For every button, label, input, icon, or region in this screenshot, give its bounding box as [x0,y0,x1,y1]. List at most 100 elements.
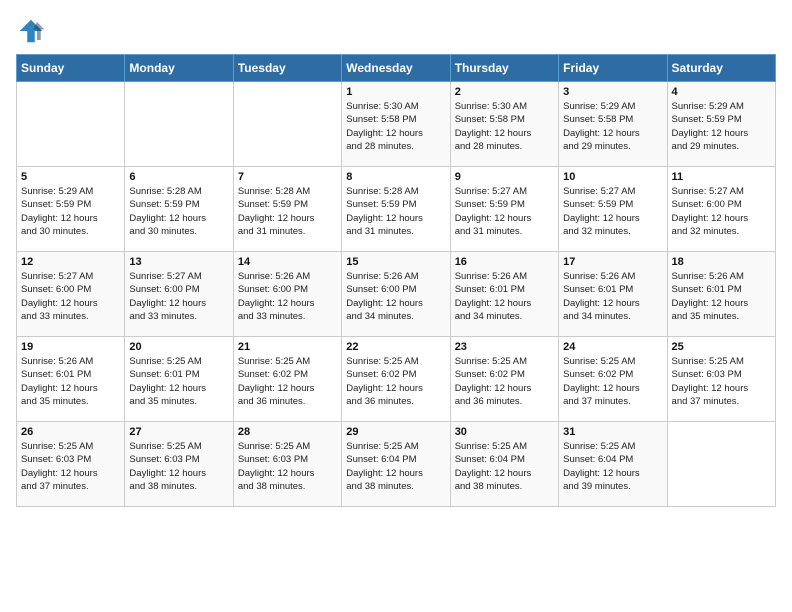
calendar-table: SundayMondayTuesdayWednesdayThursdayFrid… [16,54,776,507]
calendar-cell: 6 Sunrise: 5:28 AM Sunset: 5:59 PM Daylig… [125,167,233,252]
day-info: Sunrise: 5:27 AM Sunset: 6:00 PM Dayligh… [129,270,228,323]
day-info: Sunrise: 5:28 AM Sunset: 5:59 PM Dayligh… [129,185,228,238]
day-number: 11 [672,171,771,183]
day-number: 7 [238,171,337,183]
day-info: Sunrise: 5:25 AM Sunset: 6:03 PM Dayligh… [238,440,337,493]
calendar-cell: 27 Sunrise: 5:25 AM Sunset: 6:03 PM Dayli… [125,422,233,507]
day-info: Sunrise: 5:27 AM Sunset: 5:59 PM Dayligh… [455,185,554,238]
day-info: Sunrise: 5:25 AM Sunset: 6:02 PM Dayligh… [563,355,662,408]
day-number: 22 [346,341,445,353]
day-info: Sunrise: 5:29 AM Sunset: 5:58 PM Dayligh… [563,100,662,153]
day-info: Sunrise: 5:27 AM Sunset: 6:00 PM Dayligh… [21,270,120,323]
calendar-week-row: 1 Sunrise: 5:30 AM Sunset: 5:58 PM Daylig… [17,82,776,167]
calendar-cell: 30 Sunrise: 5:25 AM Sunset: 6:04 PM Dayli… [450,422,558,507]
day-number: 18 [672,256,771,268]
calendar-cell: 19 Sunrise: 5:26 AM Sunset: 6:01 PM Dayli… [17,337,125,422]
calendar-cell: 11 Sunrise: 5:27 AM Sunset: 6:00 PM Dayli… [667,167,775,252]
calendar-cell: 23 Sunrise: 5:25 AM Sunset: 6:02 PM Dayli… [450,337,558,422]
calendar-cell: 26 Sunrise: 5:25 AM Sunset: 6:03 PM Dayli… [17,422,125,507]
day-number: 8 [346,171,445,183]
day-number: 23 [455,341,554,353]
day-info: Sunrise: 5:29 AM Sunset: 5:59 PM Dayligh… [672,100,771,153]
day-info: Sunrise: 5:26 AM Sunset: 6:00 PM Dayligh… [238,270,337,323]
day-number: 14 [238,256,337,268]
day-number: 20 [129,341,228,353]
calendar-cell: 24 Sunrise: 5:25 AM Sunset: 6:02 PM Dayli… [559,337,667,422]
calendar-cell: 21Sunrise: 5:25 AM Sunset: 6:02 PM Dayli… [233,337,341,422]
calendar-cell: 22 Sunrise: 5:25 AM Sunset: 6:02 PM Dayli… [342,337,450,422]
day-number: 26 [21,426,120,438]
column-header-thursday: Thursday [450,55,558,82]
page-header [16,16,776,46]
column-header-wednesday: Wednesday [342,55,450,82]
day-info: Sunrise: 5:25 AM Sunset: 6:02 PM Dayligh… [346,355,445,408]
day-info: Sunrise: 5:26 AM Sunset: 6:01 PM Dayligh… [563,270,662,323]
calendar-cell: 31 Sunrise: 5:25 AM Sunset: 6:04 PM Dayli… [559,422,667,507]
calendar-cell: 14 Sunrise: 5:26 AM Sunset: 6:00 PM Dayli… [233,252,341,337]
calendar-cell: 12 Sunrise: 5:27 AM Sunset: 6:00 PM Dayli… [17,252,125,337]
day-number: 6 [129,171,228,183]
calendar-cell: 1 Sunrise: 5:30 AM Sunset: 5:58 PM Daylig… [342,82,450,167]
day-number: 15 [346,256,445,268]
calendar-cell: 15Sunrise: 5:26 AM Sunset: 6:00 PM Dayli… [342,252,450,337]
calendar-cell: 29 Sunrise: 5:25 AM Sunset: 6:04 PM Dayli… [342,422,450,507]
day-number: 30 [455,426,554,438]
day-number: 25 [672,341,771,353]
calendar-header-row: SundayMondayTuesdayWednesdayThursdayFrid… [17,55,776,82]
calendar-week-row: 12 Sunrise: 5:27 AM Sunset: 6:00 PM Dayli… [17,252,776,337]
calendar-cell: 20Sunrise: 5:25 AM Sunset: 6:01 PM Dayli… [125,337,233,422]
day-info: Sunrise: 5:30 AM Sunset: 5:58 PM Dayligh… [455,100,554,153]
calendar-cell: 17Sunrise: 5:26 AM Sunset: 6:01 PM Dayli… [559,252,667,337]
day-info: Sunrise: 5:28 AM Sunset: 5:59 PM Dayligh… [346,185,445,238]
day-number: 31 [563,426,662,438]
day-number: 3 [563,86,662,98]
day-number: 19 [21,341,120,353]
day-info: Sunrise: 5:25 AM Sunset: 6:04 PM Dayligh… [455,440,554,493]
day-info: Sunrise: 5:27 AM Sunset: 5:59 PM Dayligh… [563,185,662,238]
column-header-monday: Monday [125,55,233,82]
column-header-friday: Friday [559,55,667,82]
day-number: 4 [672,86,771,98]
calendar-cell: 18 Sunrise: 5:26 AM Sunset: 6:01 PM Dayli… [667,252,775,337]
calendar-cell: 3 Sunrise: 5:29 AM Sunset: 5:58 PM Daylig… [559,82,667,167]
calendar-cell: 4 Sunrise: 5:29 AM Sunset: 5:59 PM Daylig… [667,82,775,167]
calendar-cell: 13 Sunrise: 5:27 AM Sunset: 6:00 PM Dayli… [125,252,233,337]
day-info: Sunrise: 5:26 AM Sunset: 6:01 PM Dayligh… [672,270,771,323]
day-info: Sunrise: 5:28 AM Sunset: 5:59 PM Dayligh… [238,185,337,238]
day-number: 24 [563,341,662,353]
calendar-cell: 2 Sunrise: 5:30 AM Sunset: 5:58 PM Daylig… [450,82,558,167]
day-info: Sunrise: 5:25 AM Sunset: 6:04 PM Dayligh… [346,440,445,493]
day-info: Sunrise: 5:25 AM Sunset: 6:02 PM Dayligh… [455,355,554,408]
day-info: Sunrise: 5:30 AM Sunset: 5:58 PM Dayligh… [346,100,445,153]
calendar-cell: 25 Sunrise: 5:25 AM Sunset: 6:03 PM Dayli… [667,337,775,422]
calendar-cell [667,422,775,507]
day-number: 29 [346,426,445,438]
calendar-cell: 8 Sunrise: 5:28 AM Sunset: 5:59 PM Daylig… [342,167,450,252]
day-number: 13 [129,256,228,268]
day-number: 1 [346,86,445,98]
calendar-week-row: 19 Sunrise: 5:26 AM Sunset: 6:01 PM Dayli… [17,337,776,422]
calendar-cell: 7 Sunrise: 5:28 AM Sunset: 5:59 PM Daylig… [233,167,341,252]
day-info: Sunrise: 5:25 AM Sunset: 6:03 PM Dayligh… [129,440,228,493]
column-header-sunday: Sunday [17,55,125,82]
day-number: 27 [129,426,228,438]
day-info: Sunrise: 5:25 AM Sunset: 6:04 PM Dayligh… [563,440,662,493]
column-header-tuesday: Tuesday [233,55,341,82]
day-number: 2 [455,86,554,98]
day-info: Sunrise: 5:26 AM Sunset: 6:01 PM Dayligh… [21,355,120,408]
logo [16,16,50,46]
calendar-cell: 10 Sunrise: 5:27 AM Sunset: 5:59 PM Dayli… [559,167,667,252]
day-info: Sunrise: 5:25 AM Sunset: 6:03 PM Dayligh… [672,355,771,408]
calendar-cell [125,82,233,167]
calendar-cell: 5Sunrise: 5:29 AM Sunset: 5:59 PM Daylig… [17,167,125,252]
day-number: 12 [21,256,120,268]
day-info: Sunrise: 5:27 AM Sunset: 6:00 PM Dayligh… [672,185,771,238]
day-info: Sunrise: 5:25 AM Sunset: 6:03 PM Dayligh… [21,440,120,493]
calendar-cell: 28 Sunrise: 5:25 AM Sunset: 6:03 PM Dayli… [233,422,341,507]
day-info: Sunrise: 5:29 AM Sunset: 5:59 PM Dayligh… [21,185,120,238]
day-info: Sunrise: 5:25 AM Sunset: 6:02 PM Dayligh… [238,355,337,408]
day-number: 28 [238,426,337,438]
day-number: 10 [563,171,662,183]
day-number: 16 [455,256,554,268]
day-number: 9 [455,171,554,183]
